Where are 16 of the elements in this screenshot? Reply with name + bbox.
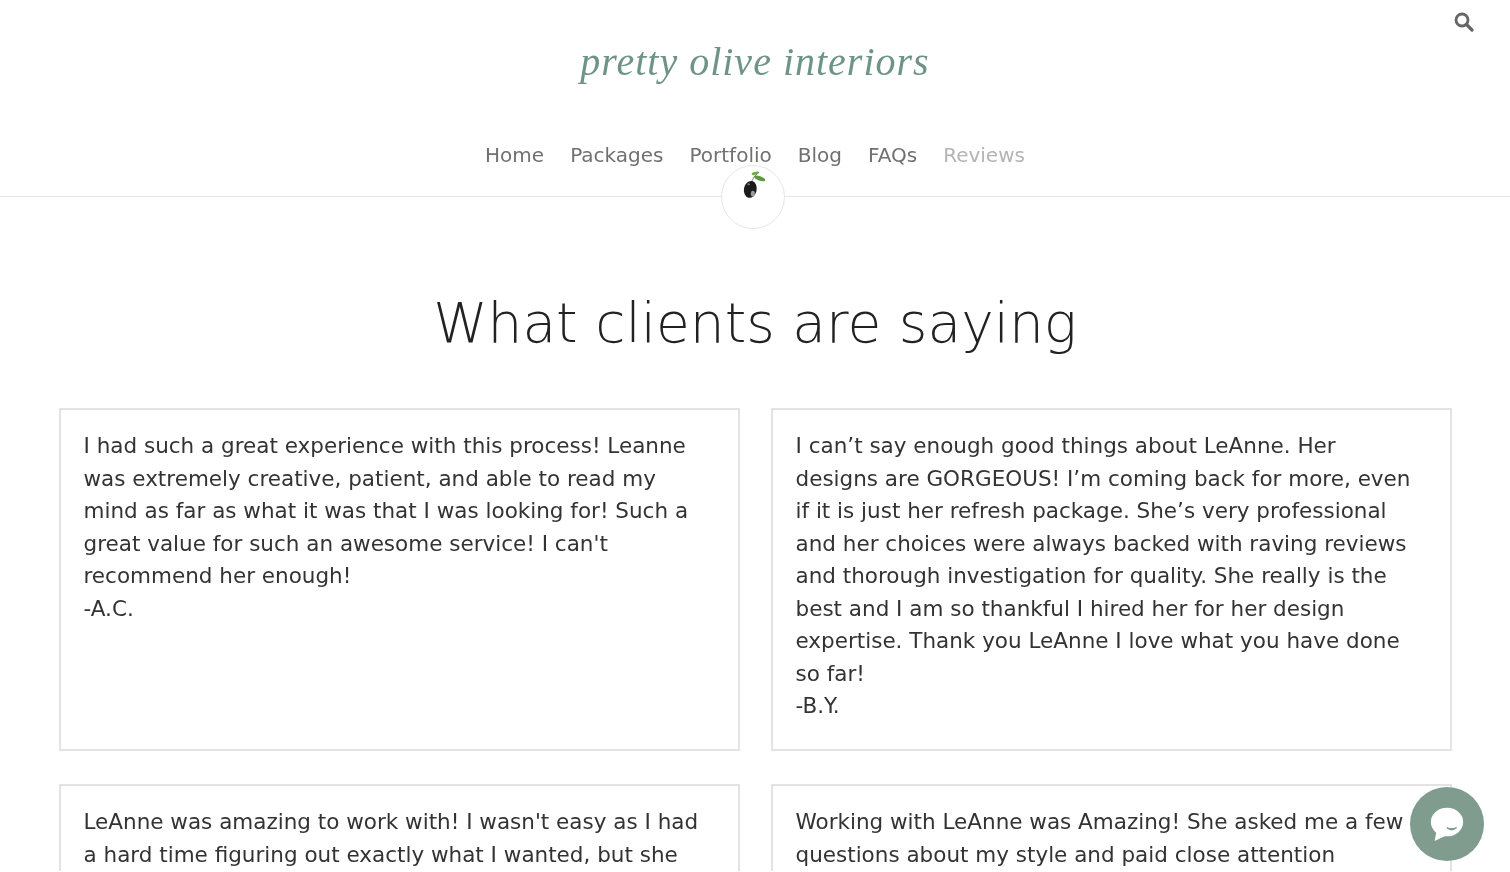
- nav-link[interactable]: Home: [485, 143, 545, 167]
- speech-bubble-icon: [1428, 805, 1466, 843]
- nav-link[interactable]: FAQs: [867, 143, 918, 167]
- search-button[interactable]: [1454, 12, 1474, 32]
- review-author: -B.Y.: [795, 692, 841, 720]
- review-author: -A.C.: [83, 594, 135, 623]
- review-text: Working with LeAnne was Amazing! She asked me a few questions about my style and paid close attention: [795, 808, 1405, 869]
- page-heading: What clients are saying: [433, 290, 1077, 356]
- nav-link[interactable]: Packages: [570, 143, 664, 167]
- review-text: I can’t say enough good things about LeAnne. Her designs are GORGEOUS! I’m coming back for more, even if it is just her refresh package. She’s very professional and her choices were always backed with raving reviews and thorough investigation for quality. She really is the best and I am so thankful I hired her for her design expertise. Thank you LeAnne I love what you have done so far!: [795, 432, 1412, 688]
- nav-link[interactable]: Blog: [797, 143, 842, 167]
- review-text: LeAnne was amazing to work with! I wasn't easy as I had a hard time figuring out exactly what I wanted, but she: [83, 808, 700, 869]
- search-icon: [1454, 12, 1474, 32]
- nav-link[interactable]: Portfolio: [689, 143, 772, 167]
- review-text: I had such a great experience with this process! Leanne was extremely creative, patient, and able to read my mind as far as what it was that I was looking for! Such a great value for such an awesome service! I can't recommend her enough!: [83, 432, 690, 590]
- site-logo[interactable]: pretty olive interiors: [580, 30, 930, 94]
